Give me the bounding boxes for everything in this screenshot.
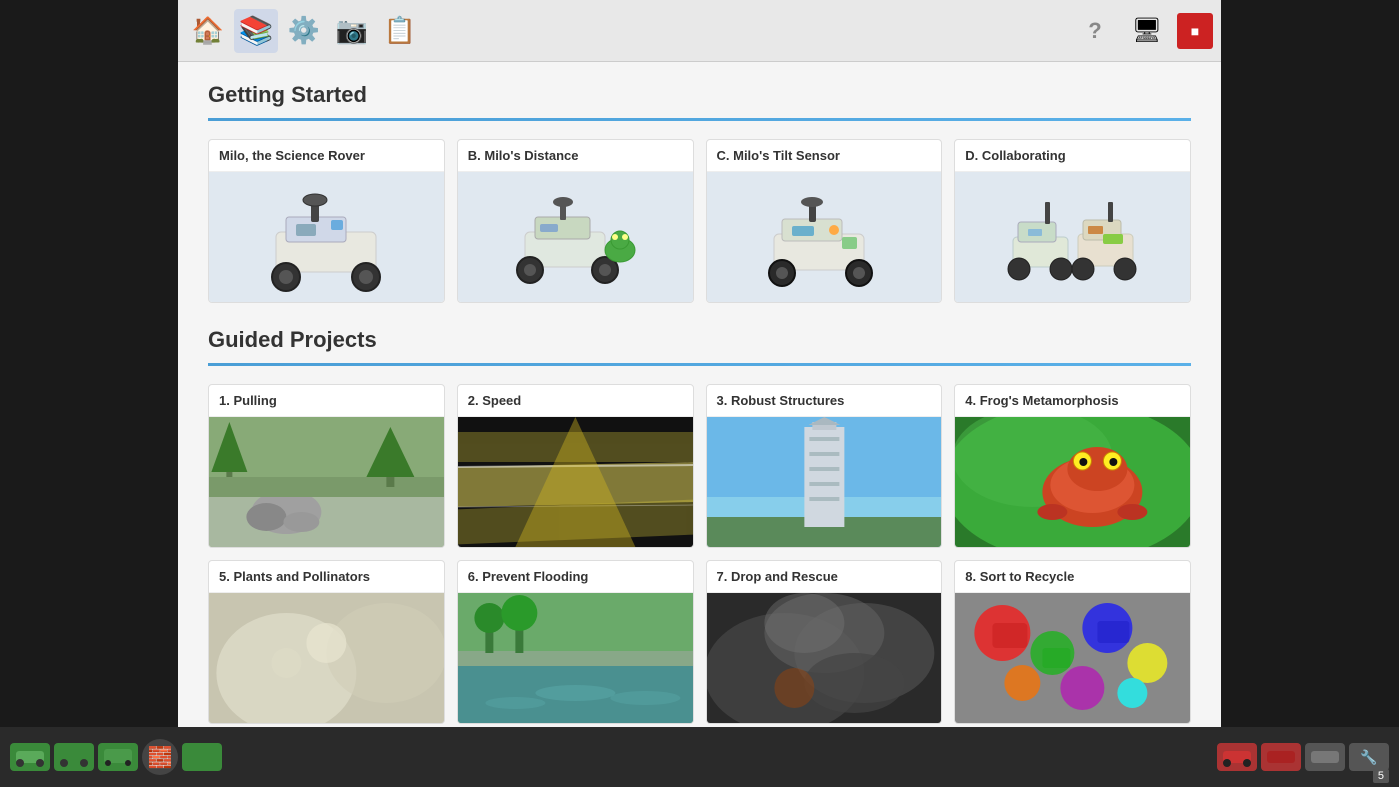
card-image-speed [458,417,693,547]
card-image-milos-tilt-sensor [707,172,942,302]
card-title-milos-distance: B. Milo's Distance [458,140,693,172]
card-title-milo-rover: Milo, the Science Rover [209,140,444,172]
guided-projects-section: Guided Projects 1. Pulling [208,327,1191,724]
card-title-drop-rescue: 7. Drop and Rescue [707,561,942,593]
card-image-drop-rescue [707,593,942,723]
card-title-pulling: 1. Pulling [209,385,444,417]
track-icon-lego[interactable]: 🧱 [142,739,178,775]
card-plants-pollinators[interactable]: 5. Plants and Pollinators [208,560,445,724]
guided-projects-grid: 1. Pulling [208,384,1191,724]
card-prevent-flooding[interactable]: 6. Prevent Flooding [457,560,694,724]
card-speed[interactable]: 2. Speed [457,384,694,548]
card-image-pulling [209,417,444,547]
camera-icon[interactable]: 📷 [330,9,374,53]
card-image-prevent-flooding [458,593,693,723]
side-panel-left [0,62,178,727]
card-title-sort-recycle: 8. Sort to Recycle [955,561,1190,593]
track-red-1[interactable] [1217,743,1257,771]
gear-icon[interactable]: ⚙️ [282,9,326,53]
card-frogs-metamorphosis[interactable]: 4. Frog's Metamorphosis [954,384,1191,548]
card-sort-recycle[interactable]: 8. Sort to Recycle [954,560,1191,724]
card-title-robust-structures: 3. Robust Structures [707,385,942,417]
track-red-2[interactable] [1261,743,1301,771]
card-title-collaborating: D. Collaborating [955,140,1190,172]
track-green-2[interactable] [54,743,94,771]
track-green-4[interactable] [182,743,222,771]
card-title-milos-tilt-sensor: C. Milo's Tilt Sensor [707,140,942,172]
track-green-3[interactable] [98,743,138,771]
getting-started-divider [208,118,1191,121]
card-title-frogs-metamorphosis: 4. Frog's Metamorphosis [955,385,1190,417]
clipboard-icon[interactable]: 📋 [378,9,422,53]
getting-started-grid: Milo, the Science Rover [208,139,1191,303]
card-image-frogs-metamorphosis [955,417,1190,547]
card-milo-science-rover[interactable]: Milo, the Science Rover [208,139,445,303]
stop-icon[interactable]: ■ [1177,13,1213,49]
home-icon[interactable]: 🏠 [186,9,230,53]
main-wrapper: Getting Started Milo, the Science Rover [0,62,1399,727]
card-image-milos-distance [458,172,693,302]
card-image-plants-pollinators [209,593,444,723]
getting-started-section: Getting Started Milo, the Science Rover [208,82,1191,303]
bottom-track: 🧱 🔧 [0,739,1399,775]
card-drop-rescue[interactable]: 7. Drop and Rescue [706,560,943,724]
card-pulling[interactable]: 1. Pulling [208,384,445,548]
toolbar-left: 🏠 📚 ⚙️ 📷 📋 [186,9,1073,53]
card-milos-distance[interactable]: B. Milo's Distance [457,139,694,303]
card-title-prevent-flooding: 6. Prevent Flooding [458,561,693,593]
track-green-1[interactable] [10,743,50,771]
monitor-icon[interactable]: 🖥 [1125,9,1169,53]
card-robust-structures[interactable]: 3. Robust Structures [706,384,943,548]
guided-projects-divider [208,363,1191,366]
side-panel-right [1221,62,1399,727]
toolbar: 🏠 📚 ⚙️ 📷 📋 ? 🖥 ■ [178,0,1221,62]
card-image-milo-rover [209,172,444,302]
page-number: 5 [1373,769,1389,783]
content-area: Getting Started Milo, the Science Rover [178,62,1221,727]
card-image-robust-structures [707,417,942,547]
card-image-collaborating [955,172,1190,302]
card-title-speed: 2. Speed [458,385,693,417]
track-gray-1[interactable] [1305,743,1345,771]
guided-projects-heading: Guided Projects [208,327,1191,353]
help-icon[interactable]: ? [1073,9,1117,53]
card-collaborating[interactable]: D. Collaborating [954,139,1191,303]
toolbar-right: ? 🖥 ■ [1073,9,1213,53]
card-title-plants-pollinators: 5. Plants and Pollinators [209,561,444,593]
card-milos-tilt-sensor[interactable]: C. Milo's Tilt Sensor [706,139,943,303]
getting-started-heading: Getting Started [208,82,1191,108]
card-image-sort-recycle [955,593,1190,723]
bottom-bar: 🧱 🔧 5 [0,727,1399,787]
track-gray-2[interactable]: 🔧 [1349,743,1389,771]
book-icon[interactable]: 📚 [234,9,278,53]
